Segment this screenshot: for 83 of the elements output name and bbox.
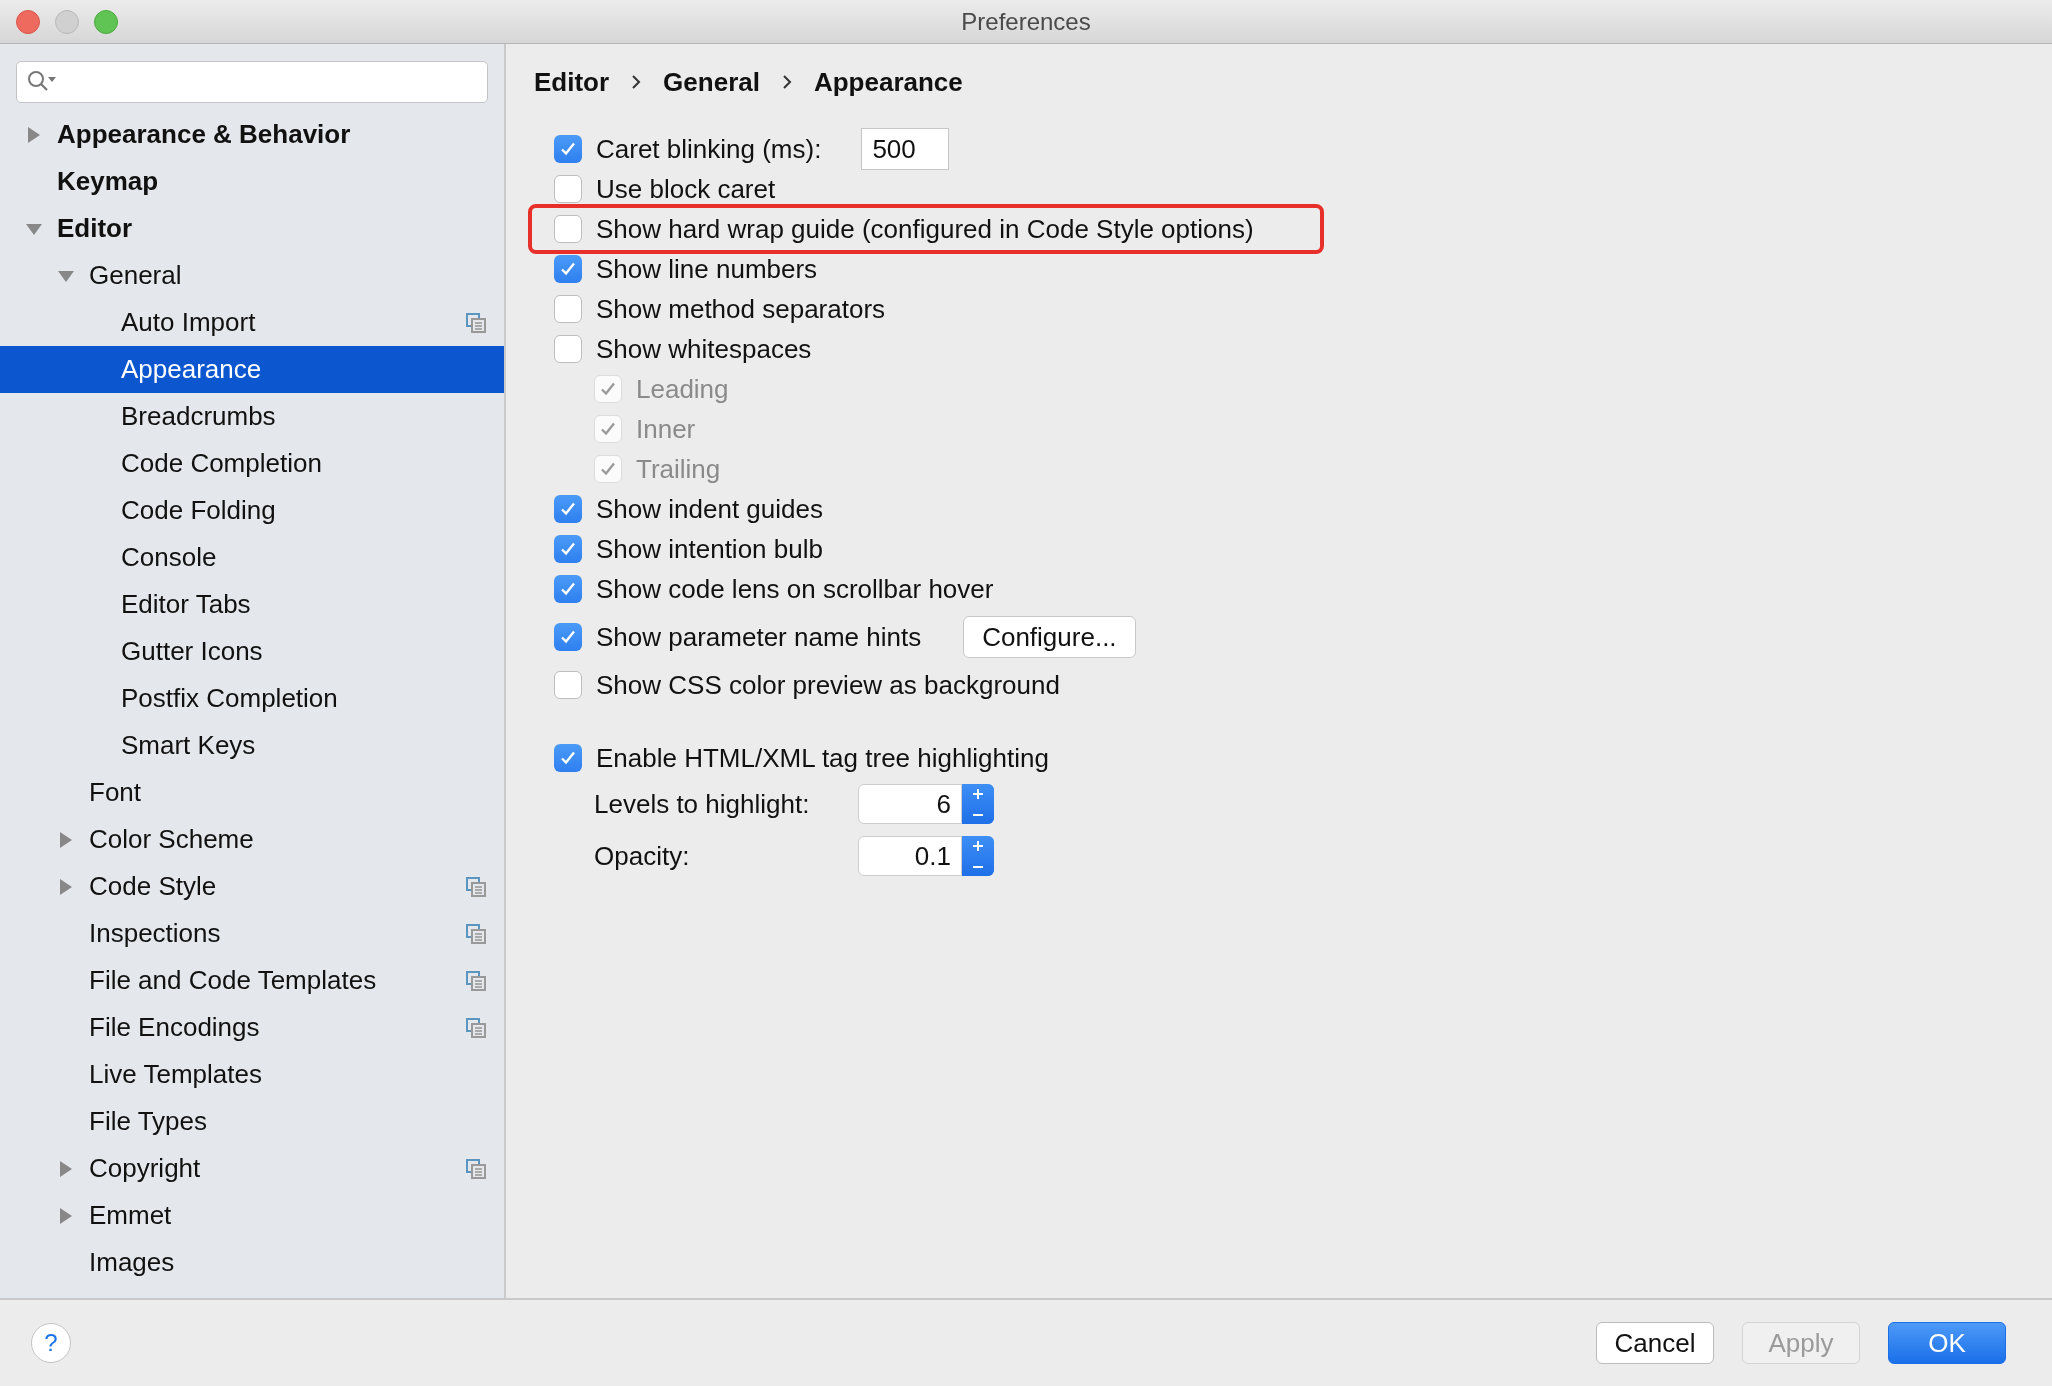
checkbox[interactable] [554,623,582,651]
sidebar-item[interactable]: Postfix Completion [0,675,504,722]
sidebar-item[interactable]: Breadcrumbs [0,393,504,440]
check-icon [599,420,617,438]
sidebar-item[interactable]: Images [0,1239,504,1286]
sidebar-item[interactable]: Code Completion [0,440,504,487]
checkbox-label[interactable]: Show hard wrap guide (configured in Code Style options) [596,213,1254,245]
sidebar-item[interactable]: Copyright [0,1145,504,1192]
sidebar-item[interactable]: Editor [0,205,504,252]
chevron-icon [781,74,792,90]
checkbox[interactable] [554,535,582,563]
number-field[interactable]: 6 [858,784,962,824]
checkbox-label[interactable]: Enable HTML/XML tag tree highlighting [596,742,1049,774]
dialog-button[interactable]: OK [1888,1322,2006,1364]
check-icon [559,140,577,158]
sidebar-item[interactable]: File and Code Templates [0,957,504,1004]
checkbox[interactable] [554,215,582,243]
checkbox[interactable] [554,575,582,603]
sidebar-item[interactable]: Font [0,769,504,816]
breadcrumb-item[interactable]: Editor [534,66,610,98]
configure-button[interactable]: Configure... [963,616,1136,658]
sidebar-item[interactable]: Inspections [0,910,504,957]
breadcrumb-item[interactable]: Appearance [813,66,963,98]
help-button[interactable]: ? [31,1323,71,1363]
input-field[interactable]: 500 [861,128,950,170]
sidebar-item[interactable]: Smart Keys [0,722,504,769]
number-field[interactable]: 0.1 [858,836,962,876]
zoom-button[interactable] [94,9,118,34]
breadcrumb-item[interactable]: General [663,66,760,98]
sidebar-item[interactable]: Gutter Icons [0,628,504,675]
sidebar-item[interactable]: Live Templates [0,1051,504,1098]
checkbox[interactable] [554,135,582,163]
chevron-icon [631,74,642,90]
checkbox[interactable] [554,744,582,772]
check-icon [559,260,577,278]
check-icon [559,540,577,558]
checkbox-label[interactable]: Show CSS color preview as background [596,669,1060,701]
window-title: Preferences [961,7,1091,35]
check-icon [559,580,577,598]
expand-arrow-icon[interactable] [58,878,74,895]
spinner-label: Levels to highlight: [594,788,811,820]
sidebar-item[interactable]: Color Scheme [0,816,504,863]
sidebar-item[interactable]: Editor Tabs [0,581,504,628]
checkbox-label[interactable]: Show line numbers [596,253,818,285]
check-icon [599,460,617,478]
check-icon [559,628,577,646]
sidebar-item[interactable]: File Encodings [0,1004,504,1051]
spinner-label: Opacity: [594,840,691,872]
checkbox[interactable] [554,295,582,323]
expand-arrow-icon[interactable] [58,1160,74,1177]
close-button[interactable] [16,9,40,34]
checkbox-label[interactable]: Show method separators [596,293,886,325]
checkbox[interactable] [554,255,582,283]
checkbox-label[interactable]: Show intention bulb [596,533,823,565]
checkbox[interactable] [554,175,582,203]
checkbox-label[interactable]: Show code lens on scrollbar hover [596,573,994,605]
check-icon [559,500,577,518]
checkbox[interactable] [554,671,582,699]
check-icon [599,380,617,398]
sidebar-item[interactable]: Appearance & Behavior [0,111,504,158]
sidebar-item[interactable]: Code Style [0,863,504,910]
sidebar-item[interactable]: Keymap [0,158,504,205]
dialog-button[interactable]: Cancel [1596,1322,1714,1364]
expand-arrow-icon[interactable] [26,126,42,143]
minimize-button[interactable] [55,9,79,34]
checkbox[interactable] [554,335,582,363]
expand-arrow-icon[interactable] [58,831,74,848]
sidebar-item[interactable]: Code Folding [0,487,504,534]
checkbox-label[interactable]: Show parameter name hints [596,621,922,653]
sidebar-item[interactable]: Emmet [0,1192,504,1239]
checkbox-label[interactable]: Show indent guides [596,493,823,525]
sidebar-item[interactable]: Appearance [0,346,504,393]
checkbox-label[interactable]: Use block caret [596,173,776,205]
sidebar-item[interactable]: General [0,252,504,299]
checkbox-label[interactable]: Caret blinking (ms): [596,133,822,165]
sidebar-item[interactable]: Console [0,534,504,581]
checkbox[interactable] [554,495,582,523]
checkbox-label[interactable]: Show whitespaces [596,333,812,365]
expand-arrow-icon[interactable] [58,1207,74,1224]
search-field[interactable] [16,61,488,103]
sidebar-item[interactable]: File Types [0,1098,504,1145]
check-icon [559,749,577,767]
sidebar-item[interactable]: Auto Import [0,299,504,346]
